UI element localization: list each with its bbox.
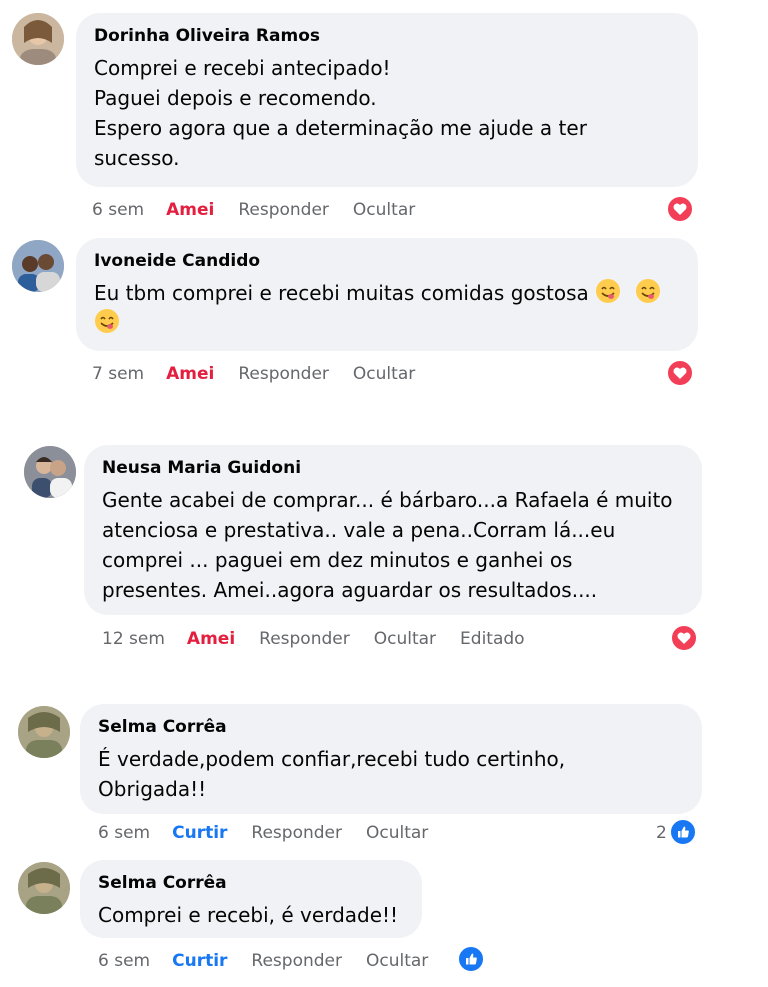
hide-button[interactable]: Ocultar	[366, 951, 428, 971]
comment-author[interactable]: Dorinha Oliveira Ramos	[94, 25, 680, 47]
comment-line: Comprei e recebi antecipado!	[94, 56, 391, 80]
hide-button[interactable]: Ocultar	[366, 823, 428, 843]
hide-button[interactable]: Ocultar	[374, 629, 436, 649]
comment-actions: 6 sem Curtir Responder Ocultar	[98, 948, 452, 974]
comment-line: Obrigada!!	[98, 777, 207, 801]
like-icon[interactable]	[457, 945, 485, 973]
avatar[interactable]	[24, 446, 76, 498]
comment-line	[94, 308, 680, 338]
like-icon[interactable]	[669, 818, 697, 846]
love-icon[interactable]	[666, 195, 694, 223]
comment-bubble: Selma Corrêa Comprei e recebi, é verdade…	[80, 860, 422, 938]
reaction-button[interactable]: Amei	[187, 629, 235, 649]
comment-author[interactable]: Neusa Maria Guidoni	[102, 457, 684, 479]
comment-line-text: Eu tbm comprei e recebi muitas comidas g…	[94, 281, 589, 305]
love-icon[interactable]	[670, 624, 698, 652]
hide-button[interactable]: Ocultar	[353, 200, 415, 220]
comment-line: sucesso.	[94, 146, 180, 170]
comment-line: Comprei e recebi, é verdade!!	[98, 903, 399, 927]
comment-actions: 7 sem Amei Responder Ocultar	[92, 361, 439, 387]
comment-time[interactable]: 7 sem	[92, 364, 144, 384]
comment-bubble: Neusa Maria Guidoni Gente acabei de comp…	[84, 445, 702, 615]
comment-text: Eu tbm comprei e recebi muitas comidas g…	[94, 278, 680, 338]
comment-text: Comprei e recebi, é verdade!!	[98, 900, 404, 930]
comment-line: Espero agora que a determinação me ajude…	[94, 116, 587, 140]
comment-time[interactable]: 6 sem	[98, 951, 150, 971]
reaction-count[interactable]: 2	[656, 820, 667, 846]
avatar[interactable]	[12, 13, 64, 65]
comment-line: comprei ... paguei em dez minutos e ganh…	[102, 548, 573, 572]
avatar[interactable]	[12, 240, 64, 292]
comment-bubble: Dorinha Oliveira Ramos Comprei e recebi …	[76, 13, 698, 187]
edited-label: Editado	[460, 629, 525, 649]
yum-face-emoji	[595, 278, 621, 304]
comment-line: Paguei depois e recomendo.	[94, 86, 377, 110]
reply-button[interactable]: Responder	[259, 629, 350, 649]
comment-time[interactable]: 6 sem	[98, 823, 150, 843]
reply-button[interactable]: Responder	[238, 200, 329, 220]
comment-line: Eu tbm comprei e recebi muitas comidas g…	[94, 278, 680, 308]
comment-line: presentes. Amei..agora aguardar os resul…	[102, 578, 598, 602]
comment-text: Gente acabei de comprar... é bárbaro...a…	[102, 485, 684, 605]
like-button[interactable]: Curtir	[172, 951, 227, 971]
comment-actions: 6 sem Curtir Responder Ocultar	[98, 820, 452, 846]
comment-author[interactable]: Ivoneide Candido	[94, 250, 680, 272]
comment-bubble: Ivoneide Candido Eu tbm comprei e recebi…	[76, 238, 698, 351]
love-icon[interactable]	[666, 359, 694, 387]
comment-time[interactable]: 6 sem	[92, 200, 144, 220]
avatar[interactable]	[18, 862, 70, 914]
yum-face-emoji	[635, 278, 661, 304]
comment-text: É verdade,podem confiar,recebi tudo cert…	[98, 744, 684, 804]
comment-text: Comprei e recebi antecipado! Paguei depo…	[94, 53, 680, 173]
comment-actions: 12 sem Amei Responder Ocultar Editado	[102, 626, 549, 652]
comments-section: Dorinha Oliveira Ramos Comprei e recebi …	[0, 0, 768, 987]
comment-time[interactable]: 12 sem	[102, 629, 165, 649]
like-button[interactable]: Curtir	[172, 823, 227, 843]
comment-line: atenciosa e prestativa.. vale a pena..Co…	[102, 518, 616, 542]
comment-actions: 6 sem Amei Responder Ocultar	[92, 197, 439, 223]
reaction-button[interactable]: Amei	[166, 364, 214, 384]
comment-author[interactable]: Selma Corrêa	[98, 716, 684, 738]
reply-button[interactable]: Responder	[238, 364, 329, 384]
comment-line: Gente acabei de comprar... é bárbaro...a…	[102, 488, 673, 512]
reply-button[interactable]: Responder	[251, 823, 342, 843]
comment-author[interactable]: Selma Corrêa	[98, 872, 404, 894]
comment-bubble: Selma Corrêa É verdade,podem confiar,rec…	[80, 704, 702, 814]
hide-button[interactable]: Ocultar	[353, 364, 415, 384]
comment-line: É verdade,podem confiar,recebi tudo cert…	[98, 747, 566, 771]
reaction-button[interactable]: Amei	[166, 200, 214, 220]
avatar[interactable]	[18, 706, 70, 758]
reply-button[interactable]: Responder	[251, 951, 342, 971]
yum-face-emoji	[94, 308, 120, 334]
